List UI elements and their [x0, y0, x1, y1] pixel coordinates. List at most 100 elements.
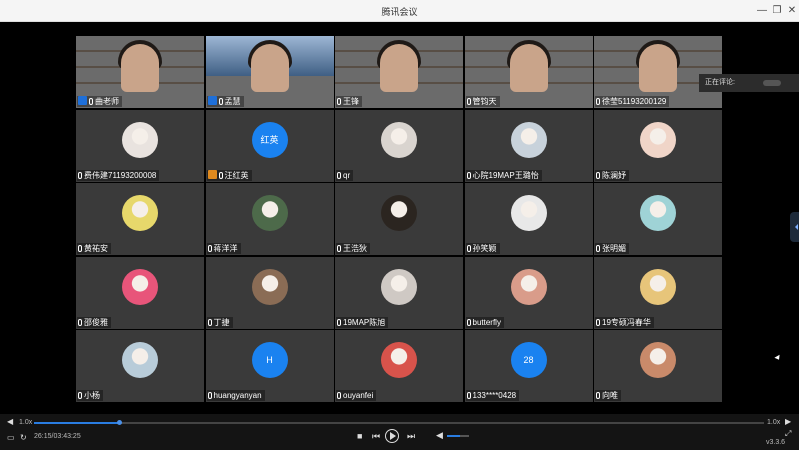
avatar [381, 121, 417, 158]
participant-name: 王锋 [343, 97, 359, 106]
volume-icon[interactable]: ◀ [436, 430, 443, 441]
participant-label: 陈澜妤 [595, 169, 629, 181]
title-bar: 腾讯会议 — ❐ ✕ [0, 0, 799, 22]
participant-label: 曲老师 [77, 96, 122, 107]
previous-icon[interactable]: ⏮ [372, 431, 380, 442]
participant-tile[interactable]: 曲老师 [76, 36, 204, 108]
side-panel-toggle[interactable] [790, 212, 799, 242]
avatar [122, 342, 158, 378]
screen-icon[interactable]: ▭ [7, 433, 15, 442]
participant-tile[interactable]: Hhuangyanyan [205, 330, 334, 402]
participant-label: 邵俊雅 [77, 316, 111, 328]
expand-icon[interactable]: ⤢ [785, 429, 791, 439]
mic-icon [337, 245, 341, 252]
participant-tile[interactable]: 红英汪红英 [205, 109, 334, 182]
mic-icon [78, 171, 82, 179]
participant-tile[interactable]: 邵俊雅 [76, 256, 204, 329]
host-icon [78, 96, 87, 105]
participant-tile[interactable]: 19MAP陈旭 [335, 256, 463, 329]
play-button[interactable] [385, 429, 399, 443]
restore-icon[interactable]: ❐ [770, 4, 784, 18]
participant-name: butterfly [472, 317, 501, 327]
participant-tile[interactable]: qr [335, 109, 463, 182]
mic-icon [596, 318, 600, 326]
participant-tile[interactable]: 向唯 [594, 330, 722, 402]
speed-up-icon[interactable]: ▶ [785, 417, 791, 426]
participant-label: 孙笑颖 [465, 243, 500, 254]
loop-icon[interactable]: ↻ [20, 433, 27, 442]
playback-bar: ◀ 1.0x 1.0x ▶ ▭ ↻ 26:15/03:43:25 ■ ⏮ ⏭ ◀… [0, 414, 799, 450]
participant-tile[interactable]: 王锋 [335, 36, 463, 108]
participant-tile[interactable]: 徐莹51193200129 [594, 36, 722, 108]
next-icon[interactable]: ⏭ [407, 431, 415, 442]
progress-slider[interactable] [34, 420, 764, 425]
stop-icon[interactable]: ■ [357, 431, 362, 441]
participant-label: butterfly [465, 316, 504, 328]
participant-label: 王锋 [336, 96, 362, 107]
version-label: v3.3.6 [766, 439, 786, 446]
participant-name: 汪红英 [224, 170, 249, 180]
participant-name: 丁捷 [213, 317, 230, 327]
participant-name: 蒋洋洋 [213, 244, 238, 253]
progress-fill [34, 422, 120, 424]
comment-panel[interactable]: 正在评论: [699, 74, 799, 92]
mic-icon [466, 245, 471, 252]
participant-label: 徐莹51193200129 [595, 96, 670, 107]
mic-icon [596, 98, 600, 105]
participant-tile[interactable]: 28 133****0428 [464, 330, 593, 402]
participant-tile[interactable]: 心院19MAP王璐怡 [464, 109, 593, 182]
participant-label: 黄祐安 [77, 243, 111, 254]
avatar [381, 195, 417, 231]
participant-name: 张明媚 [602, 244, 626, 253]
participant-tile[interactable]: 黄祐安 [76, 183, 204, 255]
mic-icon [207, 392, 212, 399]
participant-name: ouyanfei [343, 391, 374, 400]
participant-label: 丁捷 [206, 316, 233, 328]
mic-icon [596, 171, 600, 179]
participant-name: 费伟建71193200008 [84, 170, 157, 180]
minimize-icon[interactable]: — [755, 4, 769, 18]
avatar [640, 195, 676, 231]
avatar [640, 342, 676, 378]
participant-tile[interactable]: 19专硕冯春华 [594, 256, 722, 329]
participant-tile[interactable]: 陈澜妤 [594, 109, 722, 182]
participant-face [250, 44, 289, 92]
participant-tile[interactable]: 管钧天 [464, 36, 593, 108]
participant-name: 邵俊雅 [84, 317, 108, 327]
participant-tile[interactable]: 费伟建71193200008 [76, 109, 204, 182]
volume-slider[interactable] [447, 435, 469, 437]
mic-icon [466, 318, 471, 326]
participant-tile[interactable]: 张明媚 [594, 183, 722, 255]
progress-handle[interactable] [117, 420, 123, 425]
participant-name: 向唯 [602, 391, 618, 400]
avatar: 红英 [251, 121, 288, 158]
participant-tile[interactable]: 孙笑颖 [464, 183, 593, 255]
participant-label: huangyanyan [206, 390, 265, 401]
participant-tile[interactable]: 丁捷 [205, 256, 334, 329]
participant-label: 王浩狄 [336, 243, 370, 254]
window-title: 腾讯会议 [381, 7, 418, 17]
participant-name: 孙笑颖 [472, 244, 497, 253]
participant-tile[interactable]: butterfly [464, 256, 593, 329]
avatar [381, 268, 417, 305]
participant-label: 心院19MAP王璐怡 [465, 169, 542, 181]
close-icon[interactable]: ✕ [785, 4, 799, 18]
mic-icon [466, 98, 471, 105]
participant-label: 小杨 [77, 390, 103, 401]
participant-tile[interactable]: 蒋洋洋 [205, 183, 334, 255]
participant-tile[interactable]: 王浩狄 [335, 183, 463, 255]
participant-name: 小杨 [84, 391, 100, 400]
typing-indicator [763, 80, 781, 86]
participant-label: 管钧天 [465, 96, 500, 107]
avatar [510, 121, 547, 158]
participant-label: 孟慧 [206, 96, 244, 107]
speed-right-label[interactable]: 1.0x [767, 419, 780, 426]
speed-left-label[interactable]: 1.0x [19, 419, 32, 426]
participant-name: 心院19MAP王璐怡 [472, 170, 539, 180]
participant-tile[interactable]: 孟慧 [205, 36, 334, 108]
participant-tile[interactable]: ouyanfei [335, 330, 463, 402]
speed-down-icon[interactable]: ◀ [7, 417, 13, 426]
mic-icon [78, 245, 82, 252]
mic-icon [78, 392, 82, 399]
participant-tile[interactable]: 小杨 [76, 330, 204, 402]
